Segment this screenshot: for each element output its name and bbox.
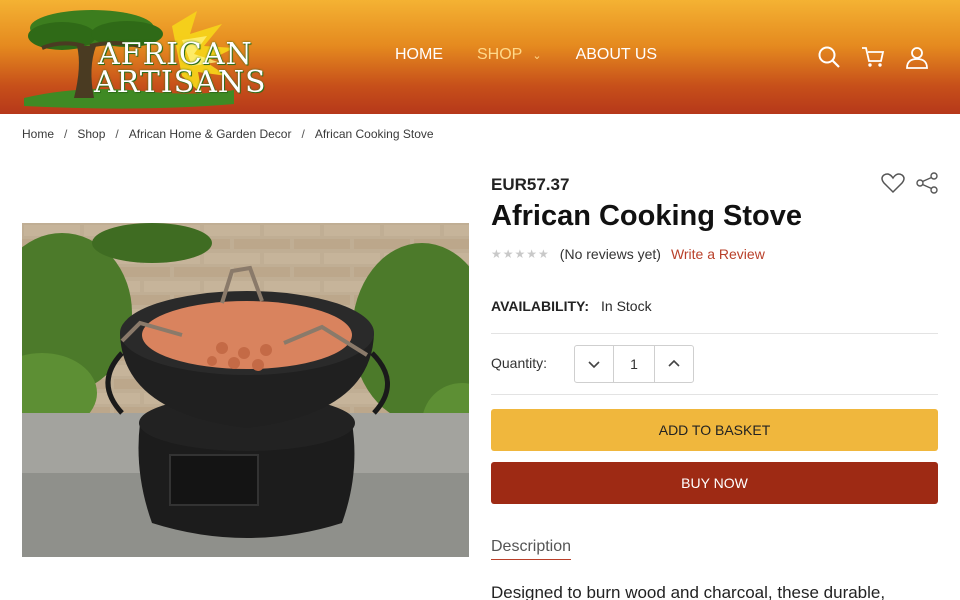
quantity-increase-button[interactable] <box>655 346 693 382</box>
quantity-stepper: 1 <box>574 345 694 383</box>
availability: AVAILABILITY: In Stock <box>491 298 652 314</box>
nav-about-us[interactable]: ABOUT US <box>576 46 658 64</box>
nav-home[interactable]: HOME <box>395 46 443 64</box>
breadcrumb-separator: / <box>115 127 119 141</box>
site-header: AFRICAN ARTISANS HOME SHOP ⌄ ABOUT US <box>0 0 960 114</box>
breadcrumb-current: African Cooking Stove <box>314 127 434 141</box>
user-icon[interactable] <box>904 44 930 70</box>
availability-value: In Stock <box>601 298 652 314</box>
nav-shop[interactable]: SHOP ⌄ <box>477 46 542 64</box>
logo-text-artisans: ARTISANS <box>94 65 267 100</box>
breadcrumb: Home / Shop / African Home & Garden Deco… <box>22 127 434 141</box>
rating-stars: ★★★★★ <box>491 247 550 261</box>
search-icon[interactable] <box>816 44 842 70</box>
breadcrumb-category[interactable]: African Home & Garden Decor <box>129 127 292 141</box>
add-to-basket-button[interactable]: ADD TO BASKET <box>491 409 938 451</box>
product-title: African Cooking Stove <box>491 200 802 232</box>
site-logo[interactable]: AFRICAN ARTISANS <box>22 6 266 110</box>
chevron-down-icon <box>588 361 600 369</box>
breadcrumb-separator: / <box>64 127 68 141</box>
breadcrumb-home[interactable]: Home <box>22 127 54 141</box>
quantity-label: Quantity: <box>491 355 548 371</box>
product-price: EUR57.37 <box>491 175 570 194</box>
chevron-up-icon <box>668 359 680 367</box>
nav-shop-label: SHOP <box>477 46 523 63</box>
breadcrumb-shop[interactable]: Shop <box>77 127 105 141</box>
buy-now-button[interactable]: BUY NOW <box>491 462 938 504</box>
divider <box>491 333 938 334</box>
tab-description[interactable]: Description <box>491 538 572 560</box>
main-nav: HOME SHOP ⌄ ABOUT US <box>395 46 691 64</box>
header-icons <box>816 44 948 70</box>
write-review-link[interactable]: Write a Review <box>671 246 765 262</box>
divider <box>491 394 938 395</box>
chevron-down-icon: ⌄ <box>532 49 542 62</box>
review-count: (No reviews yet) <box>559 246 661 262</box>
quantity-input[interactable]: 1 <box>613 346 655 382</box>
share-icon[interactable] <box>914 170 940 196</box>
product-rating: ★★★★★ (No reviews yet) Write a Review <box>491 246 765 262</box>
heart-icon[interactable] <box>880 170 906 196</box>
cart-icon[interactable] <box>860 44 886 70</box>
quantity-decrease-button[interactable] <box>575 346 613 382</box>
availability-label: AVAILABILITY: <box>491 298 589 314</box>
product-image[interactable] <box>22 223 469 557</box>
breadcrumb-separator: / <box>301 127 305 141</box>
description-text: Designed to burn wood and charcoal, thes… <box>491 583 886 600</box>
